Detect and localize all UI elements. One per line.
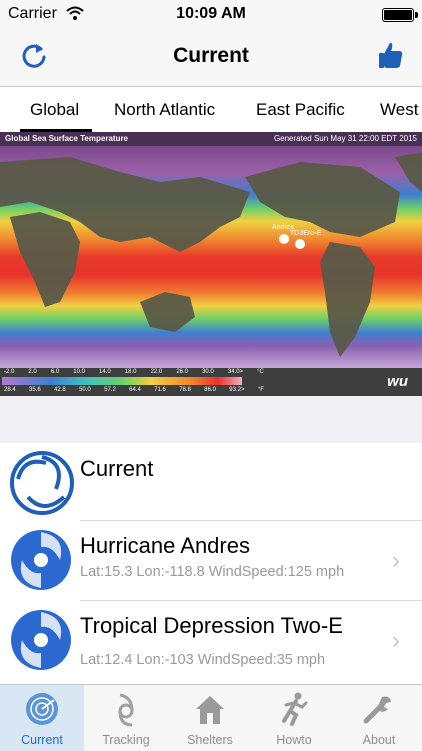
hurricane-symbol-icon bbox=[118, 693, 134, 727]
house-icon bbox=[196, 696, 224, 724]
chevron-right-icon: › bbox=[392, 547, 400, 574]
status-bar: Carrier 10:09 AM bbox=[0, 0, 422, 28]
bottom-tab-bar: Current Tracking Shelters Howto About bbox=[0, 684, 422, 751]
battery-icon bbox=[382, 8, 418, 22]
tab-shelters[interactable]: Shelters bbox=[168, 685, 252, 751]
map-title: Global Sea Surface Temperature bbox=[5, 134, 129, 143]
tab-howto-label: Howto bbox=[276, 733, 312, 747]
list-item[interactable]: Tropical Depression Two-E Lat:12.4 Lon:-… bbox=[0, 601, 422, 685]
thumbs-up-icon[interactable] bbox=[378, 40, 406, 70]
storm-details: Lat:12.4 Lon:-103 WindSpeed:35 mph bbox=[80, 652, 326, 668]
section-spacer bbox=[0, 396, 422, 443]
tab-current[interactable]: Current bbox=[0, 685, 84, 751]
tab-tracking-label: Tracking bbox=[102, 733, 150, 747]
wrench-icon bbox=[363, 696, 391, 724]
sea-temperature-map[interactable]: Global Sea Surface Temperature Generated… bbox=[0, 132, 422, 396]
temperature-legend: -2.0 2.0 6.0 10.0 14.0 18.0 22.0 26.0 30.0 34.0> °… bbox=[0, 368, 422, 396]
tab-about[interactable]: About bbox=[336, 685, 422, 751]
storm-list: Current Hurricane Andres Lat:15.3 Lon:-1… bbox=[0, 443, 422, 685]
list-item[interactable]: Hurricane Andres Lat:15.3 Lon:-118.8 Win… bbox=[0, 521, 422, 601]
region-tabs: Global North Atlantic East Pacific West bbox=[0, 87, 422, 134]
tab-north-atlantic[interactable]: North Atlantic bbox=[114, 100, 215, 120]
storm-name: Tropical Depression Two-E bbox=[80, 613, 343, 638]
legend-fahrenheit: 28.4 35.6 42.8 50.0 57.2 64.4 71.6 78.8 86.0 93.2… bbox=[4, 387, 264, 393]
status-time: 10:09 AM bbox=[176, 5, 246, 22]
storm-name: Hurricane Andres bbox=[80, 533, 250, 558]
chevron-right-icon: › bbox=[392, 627, 400, 654]
legend-celsius: -2.0 2.0 6.0 10.0 14.0 18.0 22.0 26.0 30.0 34.0> °… bbox=[4, 369, 264, 375]
running-person-icon bbox=[282, 692, 308, 726]
wu-logo: wu bbox=[387, 373, 408, 390]
map-graphic bbox=[0, 146, 422, 368]
current-header-row: Current bbox=[0, 443, 422, 521]
storm-details: Lat:15.3 Lon:-118.8 WindSpeed:125 mph bbox=[80, 564, 345, 580]
tab-about-label: About bbox=[362, 733, 396, 747]
tab-howto[interactable]: Howto bbox=[252, 685, 336, 751]
map-header: Global Sea Surface Temperature Generated… bbox=[0, 132, 422, 146]
hurricane-icon bbox=[11, 530, 71, 590]
tab-tracking[interactable]: Tracking bbox=[84, 685, 168, 751]
tab-global[interactable]: Global bbox=[30, 100, 79, 120]
legend-color-bar bbox=[2, 377, 242, 385]
tab-current-label: Current bbox=[21, 733, 63, 747]
radar-icon bbox=[26, 693, 58, 725]
tab-shelters-label: Shelters bbox=[187, 733, 233, 747]
hurricane-icon bbox=[11, 610, 71, 670]
tab-west[interactable]: West bbox=[380, 100, 418, 120]
page-title: Current bbox=[173, 44, 249, 67]
navigation-bar: Current bbox=[0, 28, 422, 87]
map-generated: Generated Sun May 31 22:00 EDT 2015 bbox=[273, 134, 417, 143]
current-logo-icon bbox=[10, 451, 74, 515]
storm-label-td: TD3Ero-E bbox=[290, 230, 322, 237]
tab-east-pacific[interactable]: East Pacific bbox=[256, 100, 345, 120]
current-header-label: Current bbox=[80, 456, 154, 481]
